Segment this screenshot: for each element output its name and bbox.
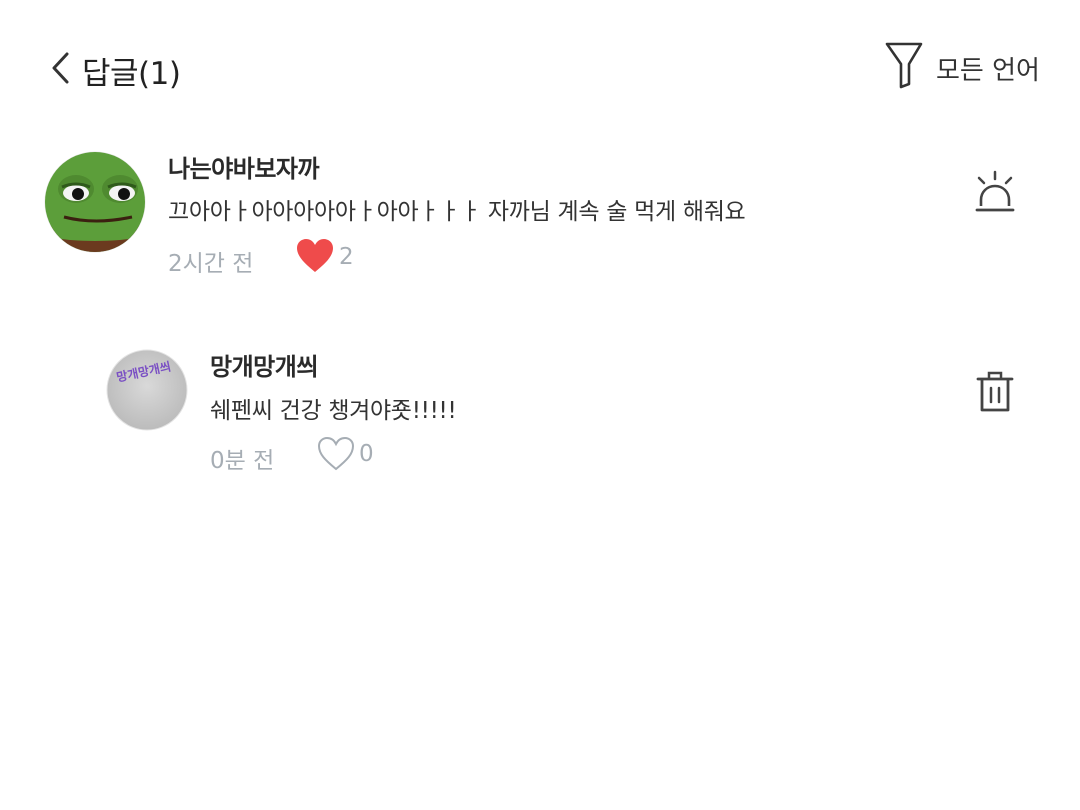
trash-icon[interactable]	[975, 368, 1015, 414]
comment-like-count: 2	[339, 244, 354, 270]
comment-text: 끄아아ㅏ아아아아아ㅏ아아ㅏㅏㅏ 자까님 계속 술 먹게 해줘요	[168, 199, 746, 225]
reply-avatar[interactable]: 망개망개씌	[106, 349, 188, 431]
heart-outline-icon[interactable]	[317, 436, 355, 472]
reply-like-count: 0	[359, 441, 374, 467]
reply-text: 쉐펜씨 건강 챙겨야죳!!!!!	[210, 398, 457, 424]
frog-avatar-icon	[44, 151, 146, 253]
report-siren-icon[interactable]	[973, 170, 1017, 216]
language-filter-button[interactable]: 모든 언어	[936, 50, 1040, 87]
page-title: 답글(1)	[82, 56, 181, 92]
heart-filled-icon[interactable]	[296, 238, 334, 274]
filter-icon[interactable]	[884, 40, 924, 90]
back-arrow-icon[interactable]	[48, 50, 74, 86]
comment-time: 2시간 전	[168, 251, 254, 277]
reply-time: 0분 전	[210, 448, 275, 474]
comment-author[interactable]: 나는야바보자까	[168, 149, 320, 184]
avatar[interactable]	[44, 151, 146, 253]
reply-author[interactable]: 망개망개씌	[210, 347, 318, 382]
